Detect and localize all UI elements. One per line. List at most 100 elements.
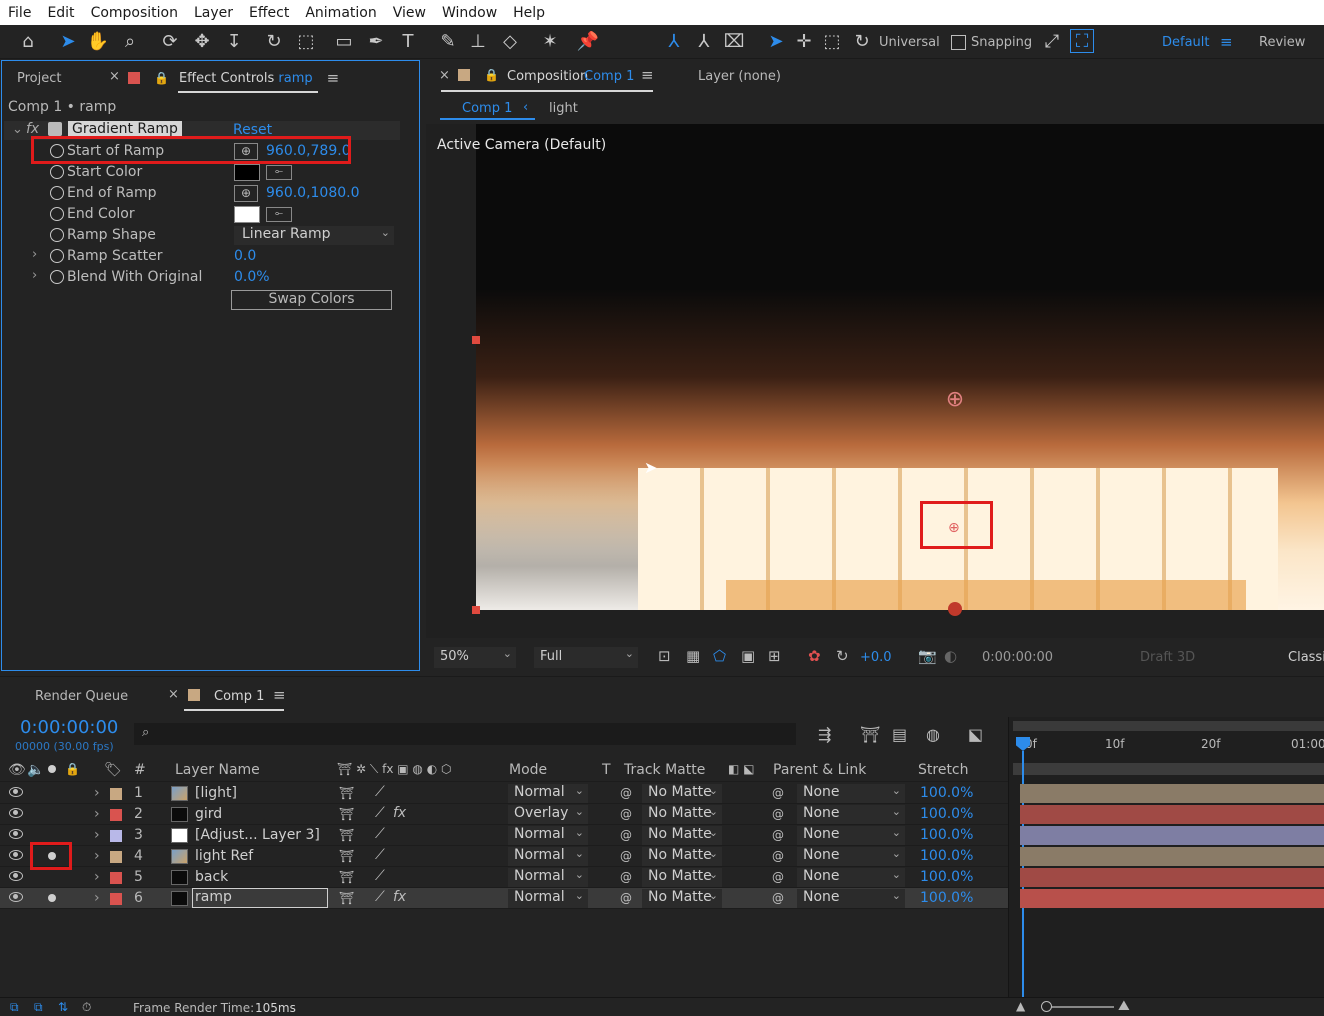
resolution-dropdown[interactable]: Full ⌄	[534, 647, 638, 668]
close-icon[interactable]: ×	[168, 687, 179, 702]
quality-switch-icon[interactable]: ⟋	[375, 784, 385, 800]
parent-dropdown[interactable]: None ⌄	[797, 868, 905, 887]
swap-colors-button[interactable]: Swap Colors	[231, 290, 392, 310]
layer-row[interactable]: › 5 back ⛩ ⟋ Normal ⌄ @ No Matte ⌄ @ None ⌄ 100.0%	[0, 867, 1008, 888]
tab-render-queue[interactable]: Render Queue	[35, 689, 128, 704]
label-color-chip[interactable]	[110, 809, 122, 821]
layer-duration-bar[interactable]	[1020, 868, 1324, 887]
visibility-eye-icon[interactable]	[9, 850, 23, 860]
zoom-tool-icon[interactable]: ⌕	[118, 29, 142, 53]
fast-preview-icon[interactable]: ⊡	[658, 647, 671, 665]
quality-switch-icon[interactable]: ⟋	[375, 826, 385, 842]
matte-pickwhip-icon[interactable]: @	[620, 828, 632, 842]
universal-select-icon[interactable]: ➤	[764, 29, 788, 53]
pen-tool-icon[interactable]: ✒	[364, 29, 388, 53]
exposure-value[interactable]: +0.0	[860, 650, 892, 665]
layer-duration-bar[interactable]	[1020, 847, 1324, 866]
end-of-ramp-value[interactable]: 960.0,1080.0	[266, 185, 360, 201]
label-color-chip[interactable]	[110, 872, 122, 884]
time-ruler[interactable]: 0f 10f 20f 01:00f	[1009, 735, 1324, 759]
visibility-eye-icon[interactable]	[9, 829, 23, 839]
reset-exposure-icon[interactable]: ↻	[836, 647, 849, 665]
fx-switch-icon[interactable]: fx	[393, 805, 406, 821]
eyedropper-icon[interactable]: ⟜	[266, 207, 292, 222]
close-icon[interactable]: ×	[439, 68, 450, 83]
snap-options-icon[interactable]: ⤢	[1040, 29, 1064, 53]
matte-pickwhip-icon[interactable]: @	[620, 870, 632, 884]
workspace-default[interactable]: Default	[1162, 35, 1210, 50]
rotate-tool-icon[interactable]: ↻	[262, 29, 286, 53]
shy-switch-icon[interactable]: ⛩	[339, 786, 354, 800]
motion-blur-icon[interactable]: ◍	[926, 725, 940, 744]
ramp-handle-left[interactable]	[472, 336, 480, 344]
layer-name[interactable]: gird	[195, 806, 222, 822]
snapshot-icon[interactable]: 📷	[918, 647, 937, 665]
universal-move-icon[interactable]: ✛	[792, 29, 816, 53]
label-color-chip[interactable]	[110, 851, 122, 863]
stopwatch-icon[interactable]	[50, 249, 64, 263]
visibility-eye-icon[interactable]	[9, 871, 23, 881]
mode-dropdown[interactable]: Normal ⌄	[508, 868, 588, 887]
track-matte-dropdown[interactable]: No Matte ⌄	[642, 826, 722, 845]
shy-switch-icon[interactable]: ⛩	[339, 891, 354, 905]
selection-tool-icon[interactable]: ➤	[56, 29, 80, 53]
timeline-timecode[interactable]: 0:00:00:00	[20, 717, 118, 738]
expand-arrow-icon[interactable]: ›	[94, 869, 100, 885]
layer-duration-bar[interactable]	[1020, 784, 1324, 803]
shy-switch-icon[interactable]: ⛩	[339, 849, 354, 863]
layer-row[interactable]: › 4 light Ref ⛩ ⟋ Normal ⌄ @ No Matte ⌄ @ None ⌄ 100.…	[0, 846, 1008, 867]
mask-visibility-icon[interactable]: ⬠	[713, 647, 726, 665]
universal-scale-icon[interactable]: ⬚	[820, 29, 844, 53]
parent-dropdown[interactable]: None ⌄	[797, 784, 905, 803]
end-of-ramp-handle[interactable]	[948, 602, 962, 616]
panel-menu-icon[interactable]: ≡	[273, 686, 286, 704]
layer-duration-bar[interactable]	[1020, 889, 1324, 908]
transparency-grid-icon[interactable]: ▦	[686, 647, 700, 665]
nav-layer[interactable]: light	[549, 101, 578, 116]
zoom-slider[interactable]	[1044, 1006, 1114, 1008]
comp-canvas[interactable]	[476, 124, 1324, 610]
stopwatch-icon[interactable]	[50, 228, 64, 242]
anchor-point-icon[interactable]: ⊕	[944, 389, 966, 411]
stretch-value[interactable]: 100.0%	[920, 869, 973, 885]
menu-item-composition[interactable]: Composition	[83, 5, 186, 21]
stopwatch-icon[interactable]	[50, 165, 64, 179]
menu-item-layer[interactable]: Layer	[186, 5, 241, 21]
home-icon[interactable]: ⌂	[16, 29, 40, 53]
rectangle-tool-icon[interactable]: ▭	[332, 29, 356, 53]
layer-name[interactable]: [light]	[195, 785, 237, 801]
panel-menu-icon[interactable]: ≡	[641, 66, 654, 84]
blend-value[interactable]: 0.0%	[234, 269, 270, 285]
layer-duration-bar[interactable]	[1020, 805, 1324, 824]
puppet-pin-icon[interactable]: 📌	[576, 29, 600, 53]
mode-dropdown[interactable]: Normal ⌄	[508, 889, 588, 908]
show-snapshot-icon[interactable]: ◐	[944, 647, 957, 665]
layer-tab[interactable]: Layer (none)	[698, 69, 781, 84]
layer-row[interactable]: › 6 ramp ⛩ ⟋ fx Normal ⌄ @ No Matte ⌄ @ None ⌄ 100.0%	[0, 888, 1008, 909]
mode-dropdown[interactable]: Normal ⌄	[508, 847, 588, 866]
matte-pickwhip-icon[interactable]: @	[620, 849, 632, 863]
stretch-value[interactable]: 100.0%	[920, 785, 973, 801]
channels-icon[interactable]: ✿	[808, 647, 821, 665]
grid-guides-icon[interactable]: ⊞	[768, 647, 781, 665]
stretch-value[interactable]: 100.0%	[920, 848, 973, 864]
label-color-chip[interactable]	[110, 788, 122, 800]
stretch-value[interactable]: 100.0%	[920, 806, 973, 822]
comp-tab-label[interactable]: Composition	[507, 69, 588, 84]
layer-name[interactable]: light Ref	[195, 848, 253, 864]
view-axis-icon[interactable]: ⌧	[722, 29, 746, 53]
menu-item-file[interactable]: File	[0, 5, 39, 21]
pan-behind-icon[interactable]: ⬚	[294, 29, 318, 53]
transfer-controls-toggle-icon[interactable]: ⧉	[34, 1000, 43, 1015]
parent-pickwhip-icon[interactable]: @	[772, 786, 784, 800]
in-out-toggle-icon[interactable]: ⇅	[58, 1000, 68, 1014]
ramp-scatter-value[interactable]: 0.0	[234, 248, 256, 264]
mode-dropdown[interactable]: Normal ⌄	[508, 784, 588, 803]
brush-tool-icon[interactable]: ✎	[436, 29, 460, 53]
text-tool-icon[interactable]: T	[396, 29, 420, 53]
parent-pickwhip-icon[interactable]: @	[772, 849, 784, 863]
layer-name[interactable]: back	[195, 869, 228, 885]
zoom-dropdown[interactable]: 50% ⌄	[434, 647, 516, 668]
visibility-eye-icon[interactable]	[9, 808, 23, 818]
comp-tab-name[interactable]: Comp 1	[584, 69, 634, 84]
